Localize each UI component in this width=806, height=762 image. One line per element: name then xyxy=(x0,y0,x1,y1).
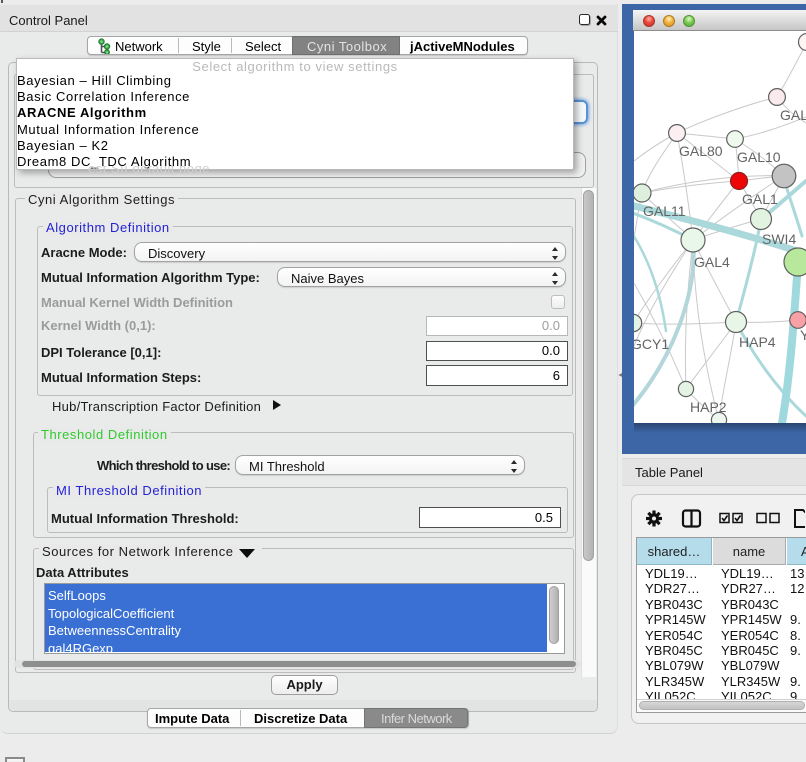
svg-text:GAL1: GAL1 xyxy=(742,191,778,207)
svg-text:HAP2: HAP2 xyxy=(690,399,727,415)
svg-text:GCY1: GCY1 xyxy=(634,336,669,352)
svg-text:GAL10: GAL10 xyxy=(737,149,781,165)
svg-text:GAL4: GAL4 xyxy=(694,254,730,270)
svg-text:SWI4: SWI4 xyxy=(762,231,796,247)
svg-text:GAL80: GAL80 xyxy=(679,143,723,159)
svg-text:HAP4: HAP4 xyxy=(739,334,776,350)
svg-text:Y: Y xyxy=(800,327,806,343)
svg-text:GAL7: GAL7 xyxy=(780,107,806,123)
svg-text:GAL11: GAL11 xyxy=(643,203,686,219)
